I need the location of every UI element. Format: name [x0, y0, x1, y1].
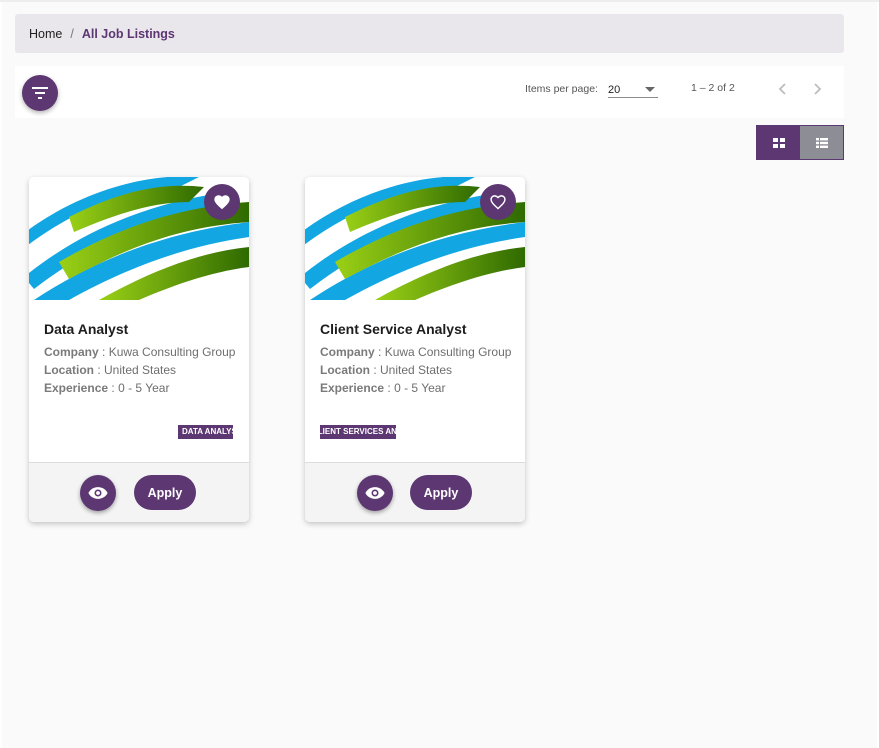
heart-outline-icon	[490, 195, 506, 210]
previous-page-button[interactable]	[771, 78, 793, 100]
company-name: Kuwa Consulting Group	[108, 345, 236, 359]
items-per-page-value: 20	[608, 84, 621, 96]
job-title: Client Service Analyst	[320, 321, 467, 337]
location-value: United States	[380, 363, 453, 377]
list-icon	[815, 137, 828, 148]
breadcrumb-home-link[interactable]: Home	[29, 27, 62, 41]
job-tag: DATA ANALYST	[178, 425, 233, 439]
company-info: Company : Kuwa Consulting Group	[320, 345, 512, 359]
card-actions: Apply	[305, 462, 525, 522]
listing-toolbar: Items per page: 20 1 – 2 of 2	[15, 66, 844, 118]
experience-value: 0 - 5 Year	[394, 381, 446, 395]
location-info: Location : United States	[320, 363, 453, 377]
chevron-right-icon	[814, 83, 822, 95]
breadcrumb-separator: /	[70, 26, 74, 41]
card-actions: Apply	[29, 462, 249, 522]
view-job-button[interactable]	[357, 475, 393, 511]
items-per-page-label: Items per page:	[525, 83, 598, 95]
experience-label: Experience	[320, 381, 385, 395]
company-label: Company	[320, 345, 375, 359]
job-card: Data Analyst Company : Kuwa Consulting G…	[29, 177, 249, 522]
apply-button[interactable]: Apply	[410, 475, 472, 510]
job-details: Client Service Analyst Company : Kuwa Co…	[320, 321, 512, 397]
favorite-button[interactable]	[480, 184, 516, 220]
filter-icon	[32, 87, 48, 99]
location-value: United States	[104, 363, 177, 377]
company-name: Kuwa Consulting Group	[384, 345, 512, 359]
experience-value: 0 - 5 Year	[118, 381, 170, 395]
experience-info: Experience : 0 - 5 Year	[44, 381, 170, 395]
apply-button[interactable]: Apply	[134, 475, 196, 510]
favorite-button[interactable]	[204, 184, 240, 220]
filter-button[interactable]	[22, 75, 58, 111]
location-label: Location	[320, 363, 370, 377]
experience-label: Experience	[44, 381, 109, 395]
job-details: Data Analyst Company : Kuwa Consulting G…	[44, 321, 236, 397]
next-page-button[interactable]	[807, 78, 829, 100]
company-label: Company	[44, 345, 99, 359]
chevron-left-icon	[778, 83, 786, 95]
eye-icon	[365, 487, 385, 499]
breadcrumb: Home / All Job Listings	[15, 14, 844, 53]
list-view-button[interactable]	[800, 126, 843, 159]
grid-icon	[772, 137, 785, 148]
pagination-range: 1 – 2 of 2	[691, 82, 735, 94]
location-label: Location	[44, 363, 94, 377]
items-per-page-select[interactable]: 20	[608, 80, 658, 98]
view-job-button[interactable]	[80, 475, 116, 511]
grid-view-button[interactable]	[757, 126, 800, 159]
job-title: Data Analyst	[44, 321, 129, 337]
dropdown-arrow-icon	[645, 87, 655, 92]
company-info: Company : Kuwa Consulting Group	[44, 345, 236, 359]
job-tag: CLIENT SERVICES ANALYST	[320, 425, 396, 439]
experience-info: Experience : 0 - 5 Year	[320, 381, 446, 395]
job-card: Client Service Analyst Company : Kuwa Co…	[305, 177, 525, 522]
location-info: Location : United States	[44, 363, 177, 377]
eye-icon	[88, 487, 108, 499]
heart-filled-icon	[214, 195, 230, 210]
view-toggle	[756, 125, 844, 160]
breadcrumb-current: All Job Listings	[81, 26, 175, 41]
